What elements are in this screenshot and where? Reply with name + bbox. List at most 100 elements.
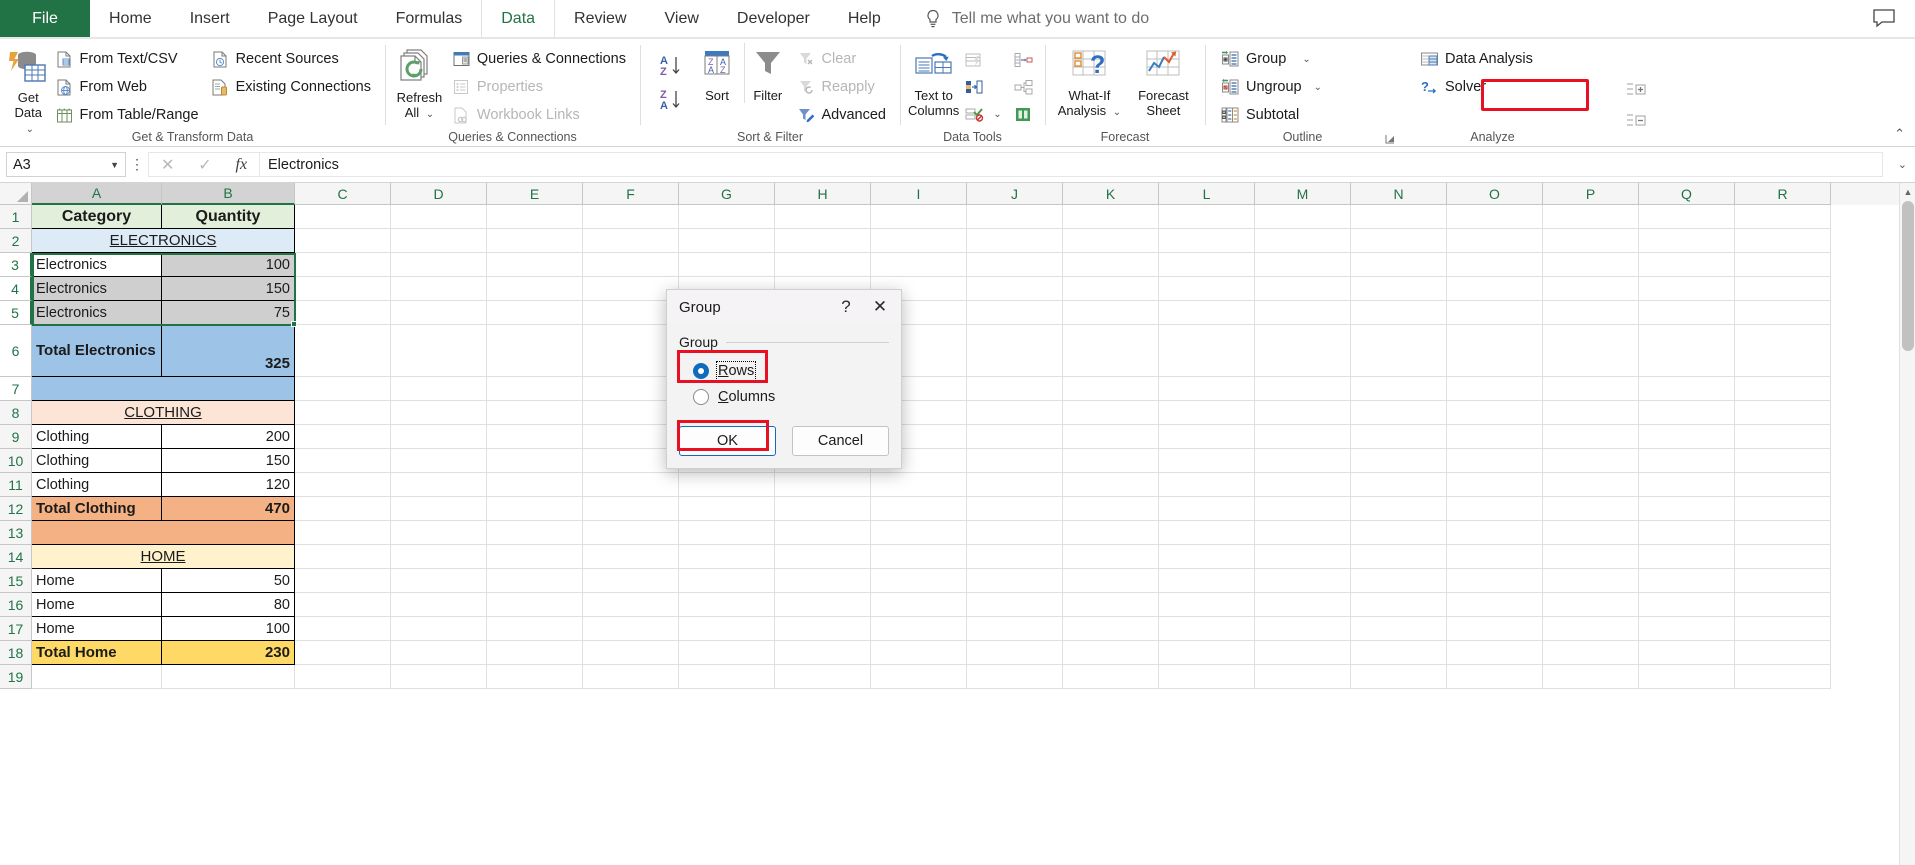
cell-C19[interactable] bbox=[295, 665, 391, 689]
name-box[interactable]: A3 ▼ bbox=[6, 152, 126, 177]
cancel-button[interactable]: Cancel bbox=[792, 426, 889, 456]
cell-F18[interactable] bbox=[583, 641, 679, 665]
cell-Q14[interactable] bbox=[1639, 545, 1735, 569]
cell-L10[interactable] bbox=[1159, 449, 1255, 473]
cell-E13[interactable] bbox=[487, 521, 583, 545]
cell-J10[interactable] bbox=[967, 449, 1063, 473]
cell-C9[interactable] bbox=[295, 425, 391, 449]
cell-D16[interactable] bbox=[391, 593, 487, 617]
cell-L11[interactable] bbox=[1159, 473, 1255, 497]
cell-M19[interactable] bbox=[1255, 665, 1351, 689]
solver-button[interactable]: ? Solver bbox=[1418, 73, 1539, 101]
cell-R18[interactable] bbox=[1735, 641, 1831, 665]
cell-E6[interactable] bbox=[487, 325, 583, 377]
help-icon[interactable]: ? bbox=[829, 292, 863, 322]
cell-J3[interactable] bbox=[967, 253, 1063, 277]
column-header-O[interactable]: O bbox=[1447, 183, 1543, 205]
cell-J7[interactable] bbox=[967, 377, 1063, 401]
cell-D1[interactable] bbox=[391, 205, 487, 229]
cell-L5[interactable] bbox=[1159, 301, 1255, 325]
cell-H3[interactable] bbox=[775, 253, 871, 277]
cell-G18[interactable] bbox=[679, 641, 775, 665]
cell-N17[interactable] bbox=[1351, 617, 1447, 641]
chevron-down-icon[interactable]: ⌄ bbox=[1314, 82, 1322, 93]
cell-N13[interactable] bbox=[1351, 521, 1447, 545]
cell-N9[interactable] bbox=[1351, 425, 1447, 449]
cell-N10[interactable] bbox=[1351, 449, 1447, 473]
cell-D17[interactable] bbox=[391, 617, 487, 641]
cell-F19[interactable] bbox=[583, 665, 679, 689]
column-header-R[interactable]: R bbox=[1735, 183, 1831, 205]
cell-J1[interactable] bbox=[967, 205, 1063, 229]
cell-C6[interactable] bbox=[295, 325, 391, 377]
cell-K10[interactable] bbox=[1063, 449, 1159, 473]
forecast-sheet-button[interactable]: Forecast Sheet bbox=[1130, 43, 1197, 118]
cell-N16[interactable] bbox=[1351, 593, 1447, 617]
cell-A16[interactable]: Home bbox=[32, 593, 162, 617]
cell-B5[interactable]: 75 bbox=[162, 301, 295, 325]
cell-J8[interactable] bbox=[967, 401, 1063, 425]
cell-Q11[interactable] bbox=[1639, 473, 1735, 497]
cell-K17[interactable] bbox=[1063, 617, 1159, 641]
vertical-scrollbar[interactable]: ▲ bbox=[1899, 183, 1915, 865]
cell-H18[interactable] bbox=[775, 641, 871, 665]
cell-A1[interactable]: Category bbox=[32, 205, 162, 229]
cell-F4[interactable] bbox=[583, 277, 679, 301]
cell-B15[interactable]: 50 bbox=[162, 569, 295, 593]
column-header-G[interactable]: G bbox=[679, 183, 775, 205]
cell-R1[interactable] bbox=[1735, 205, 1831, 229]
cell-I1[interactable] bbox=[871, 205, 967, 229]
cell-N18[interactable] bbox=[1351, 641, 1447, 665]
row-header-13[interactable]: 13 bbox=[0, 521, 32, 545]
queries-connections-button[interactable]: Queries & Connections bbox=[450, 45, 632, 73]
cell-M9[interactable] bbox=[1255, 425, 1351, 449]
cell-A14-merged[interactable]: HOME bbox=[32, 545, 295, 569]
get-data-button[interactable]: Get Data ⌄ bbox=[8, 43, 49, 137]
cell-H16[interactable] bbox=[775, 593, 871, 617]
cell-D14[interactable] bbox=[391, 545, 487, 569]
cell-D12[interactable] bbox=[391, 497, 487, 521]
cell-Q6[interactable] bbox=[1639, 325, 1735, 377]
cell-P19[interactable] bbox=[1543, 665, 1639, 689]
cell-I11[interactable] bbox=[871, 473, 967, 497]
cell-K9[interactable] bbox=[1063, 425, 1159, 449]
chevron-down-icon[interactable]: ▼ bbox=[110, 160, 119, 170]
tab-developer[interactable]: Developer bbox=[718, 0, 829, 37]
data-analysis-button[interactable]: Data Analysis bbox=[1418, 45, 1539, 73]
row-header-9[interactable]: 9 bbox=[0, 425, 32, 449]
cell-A2-merged[interactable]: ELECTRONICS bbox=[32, 229, 295, 253]
cell-M8[interactable] bbox=[1255, 401, 1351, 425]
cell-M1[interactable] bbox=[1255, 205, 1351, 229]
cell-E1[interactable] bbox=[487, 205, 583, 229]
cell-E17[interactable] bbox=[487, 617, 583, 641]
cell-D19[interactable] bbox=[391, 665, 487, 689]
row-header-18[interactable]: 18 bbox=[0, 641, 32, 665]
cell-C12[interactable] bbox=[295, 497, 391, 521]
outline-settings-launcher[interactable] bbox=[1384, 133, 1396, 145]
cell-E5[interactable] bbox=[487, 301, 583, 325]
cell-I14[interactable] bbox=[871, 545, 967, 569]
cell-P18[interactable] bbox=[1543, 641, 1639, 665]
cell-C17[interactable] bbox=[295, 617, 391, 641]
cell-A10[interactable]: Clothing bbox=[32, 449, 162, 473]
cell-Q19[interactable] bbox=[1639, 665, 1735, 689]
cell-O10[interactable] bbox=[1447, 449, 1543, 473]
cell-K5[interactable] bbox=[1063, 301, 1159, 325]
cell-R8[interactable] bbox=[1735, 401, 1831, 425]
cell-L8[interactable] bbox=[1159, 401, 1255, 425]
cell-L2[interactable] bbox=[1159, 229, 1255, 253]
cell-M16[interactable] bbox=[1255, 593, 1351, 617]
cell-F17[interactable] bbox=[583, 617, 679, 641]
row-header-8[interactable]: 8 bbox=[0, 401, 32, 425]
tab-review[interactable]: Review bbox=[554, 0, 645, 37]
cell-F5[interactable] bbox=[583, 301, 679, 325]
cell-A8-merged[interactable]: CLOTHING bbox=[32, 401, 295, 425]
cell-B16[interactable]: 80 bbox=[162, 593, 295, 617]
cell-E16[interactable] bbox=[487, 593, 583, 617]
cell-D8[interactable] bbox=[391, 401, 487, 425]
cell-C2[interactable] bbox=[295, 229, 391, 253]
cell-E3[interactable] bbox=[487, 253, 583, 277]
cell-F14[interactable] bbox=[583, 545, 679, 569]
cell-Q3[interactable] bbox=[1639, 253, 1735, 277]
cell-H1[interactable] bbox=[775, 205, 871, 229]
